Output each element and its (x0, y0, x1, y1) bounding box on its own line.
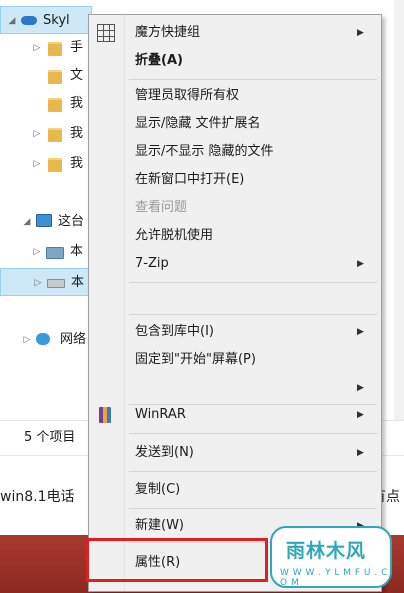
tree-item-label: 我 (70, 126, 84, 141)
menu-item-label: 魔方快捷组 (135, 25, 201, 40)
menu-separator (129, 314, 377, 315)
tree-item-label: 本 (70, 244, 84, 259)
menu-item-label: WinRAR (135, 407, 186, 422)
menu-separator (129, 282, 377, 283)
tree-item-drive[interactable]: ▷ 本 (0, 238, 92, 266)
folder-icon (48, 128, 62, 142)
expand-arrow-icon[interactable]: ▷ (32, 120, 42, 148)
menu-item-toggle-hidden[interactable]: 显示/不显示 隐藏的文件 (91, 138, 379, 166)
tree-item-local-disk[interactable]: ▷ 本 (0, 268, 92, 296)
menu-item-copy[interactable]: 复制(C) (91, 476, 379, 504)
menu-item-open-new-window[interactable]: 在新窗口中打开(E) (91, 166, 379, 194)
tree-item-folder[interactable]: 我 (0, 90, 92, 118)
cloud-icon (21, 16, 37, 25)
winrar-icon (99, 407, 111, 423)
menu-item-label: 显示/不显示 隐藏的文件 (135, 144, 274, 159)
highlight-box (86, 538, 268, 582)
tree-item-label: 我 (70, 156, 84, 171)
tree-item-label: 手 (70, 40, 84, 55)
tree-item-folder[interactable]: ▷ 手 (0, 34, 92, 62)
menu-item-offline[interactable]: 允许脱机使用 (91, 222, 379, 250)
network-icon (36, 333, 50, 345)
menu-item-label: 管理员取得所有权 (135, 88, 240, 103)
item-count: 5 个项目 (24, 430, 76, 445)
folder-icon (48, 70, 62, 84)
menu-item-blank[interactable] (91, 285, 379, 313)
menu-item-label: 允许脱机使用 (135, 228, 214, 243)
expand-arrow-icon[interactable]: ▷ (32, 238, 42, 266)
menu-item-mofang[interactable]: 魔方快捷组 ▶ (91, 19, 379, 47)
menu-item-collapse[interactable]: 折叠(A) (91, 47, 379, 75)
menu-item-toggle-extensions[interactable]: 显示/隐藏 文件扩展名 (91, 110, 379, 138)
submenu-arrow-icon: ▶ (357, 259, 364, 269)
article-text: win8.1电话 (0, 489, 75, 505)
menu-separator (129, 433, 377, 434)
context-menu: 魔方快捷组 ▶ 折叠(A) 管理员取得所有权 显示/隐藏 文件扩展名 显示/不显… (88, 14, 382, 592)
tree-item-label: 网络 (60, 332, 87, 347)
submenu-arrow-icon: ▶ (357, 383, 364, 393)
computer-icon (36, 214, 52, 227)
tree-item-label: 我 (70, 96, 84, 111)
tree-item-label: Skyl (43, 13, 70, 28)
menu-item-blank-submenu[interactable]: ▶ (91, 374, 379, 402)
menu-item-label: 在新窗口中打开(E) (135, 172, 245, 187)
scrollbar[interactable] (394, 0, 404, 420)
tree-item-folder[interactable]: ▷ 我 (0, 150, 92, 178)
tree-item-folder[interactable]: 文 (0, 62, 92, 90)
submenu-arrow-icon: ▶ (357, 28, 364, 38)
menu-item-label: 7-Zip (135, 256, 169, 271)
menu-separator (129, 471, 377, 472)
menu-item-label: 查看问题 (135, 200, 188, 215)
tree-item-network[interactable]: ▷ 网络 (0, 326, 92, 354)
expand-arrow-icon[interactable]: ▷ (22, 326, 32, 354)
grid-icon (97, 24, 115, 42)
expand-arrow-icon[interactable]: ◢ (22, 208, 32, 236)
menu-separator (129, 79, 377, 80)
menu-item-label: 发送到(N) (135, 445, 194, 460)
watermark-url: W W W . Y L M F U . C O M (280, 568, 388, 588)
menu-item-pin-start[interactable]: 固定到"开始"屏幕(P) (91, 346, 379, 374)
menu-item-label: 固定到"开始"屏幕(P) (135, 352, 256, 367)
submenu-arrow-icon: ▶ (357, 448, 364, 458)
expand-arrow-icon[interactable]: ◢ (7, 7, 17, 35)
submenu-arrow-icon: ▶ (357, 410, 364, 420)
disk-icon (47, 279, 65, 288)
tree-item-label: 这台 (58, 214, 85, 229)
menu-item-label: 显示/隐藏 文件扩展名 (135, 116, 261, 131)
menu-item-troubleshoot: 查看问题 (91, 194, 379, 222)
tree-item-this-pc[interactable]: ◢ 这台 (0, 208, 92, 236)
watermark-title: 雨林木风 (286, 540, 367, 562)
menu-item-take-ownership[interactable]: 管理员取得所有权 (91, 82, 379, 110)
menu-item-7zip[interactable]: 7-Zip ▶ (91, 250, 379, 278)
menu-item-label: 复制(C) (135, 482, 181, 497)
tree-item-skydrive[interactable]: ◢ Skyl (0, 6, 92, 34)
menu-item-label: 新建(W) (135, 518, 184, 533)
expand-arrow-icon[interactable]: ▷ (32, 34, 42, 62)
menu-item-send-to[interactable]: 发送到(N) ▶ (91, 439, 379, 467)
menu-item-label: 折叠(A) (135, 53, 183, 68)
watermark-logo: 雨林木风 W W W . Y L M F U . C O M (270, 526, 392, 588)
expand-arrow-icon[interactable]: ▷ (33, 269, 43, 297)
expand-arrow-icon[interactable]: ▷ (32, 150, 42, 178)
tree-item-label: 本 (71, 275, 85, 290)
menu-item-label: 包含到库中(I) (135, 324, 214, 339)
menu-item-winrar[interactable]: WinRAR ▶ (91, 401, 379, 429)
menu-item-include-library[interactable]: 包含到库中(I) ▶ (91, 318, 379, 346)
submenu-arrow-icon: ▶ (357, 327, 364, 337)
folder-icon (48, 42, 62, 56)
folder-icon (48, 98, 62, 112)
tree-item-folder[interactable]: ▷ 我 (0, 120, 92, 148)
tree-item-label: 文 (70, 68, 84, 83)
drive-icon (46, 247, 64, 259)
folder-icon (48, 158, 62, 172)
menu-separator (129, 508, 377, 509)
